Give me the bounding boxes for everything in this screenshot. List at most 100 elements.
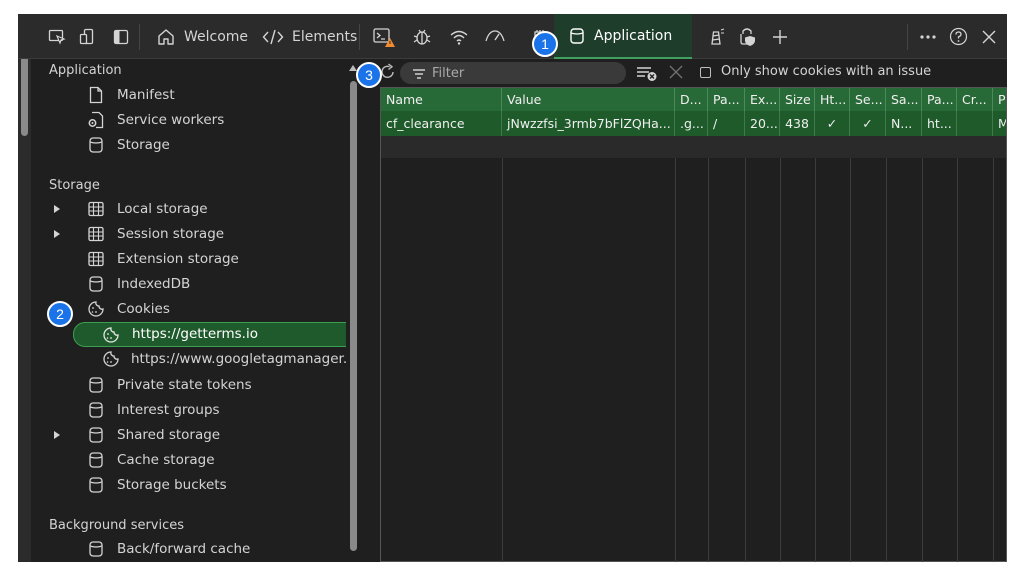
step-badge-3: 3: [356, 62, 382, 88]
table-row-empty: [381, 136, 1006, 158]
only-issue-checkbox[interactable]: [700, 67, 711, 78]
bug-icon[interactable]: [412, 14, 432, 59]
more-options-icon[interactable]: [919, 14, 937, 59]
application-sidebar: Application Manifest Service workers Sto…: [31, 59, 376, 562]
column-divider: [850, 158, 851, 562]
filter-input[interactable]: [432, 64, 612, 82]
cookie-icon: [87, 300, 105, 318]
column-divider: [502, 158, 503, 562]
security-shield-icon[interactable]: [737, 14, 757, 59]
section-header-background-services: Background services: [49, 518, 185, 533]
sidebar-item-label: Storage: [117, 137, 170, 153]
wifi-icon[interactable]: [449, 14, 469, 59]
column-header-path[interactable]: Pa...: [708, 88, 745, 111]
grid-icon: [87, 250, 105, 268]
step-badge-2: 2: [47, 301, 73, 327]
sidebar-item-cookie-googletagmanager[interactable]: https://www.googletagmanager.com: [31, 347, 376, 372]
sidebar-item-label: Private state tokens: [117, 377, 252, 393]
column-header-priority[interactable]: Pri...: [993, 88, 1006, 111]
sidebar-item-storage[interactable]: Storage: [31, 133, 346, 158]
table-row[interactable]: cf_clearance jNwzzfsi_3rmb7bFlZQHa... .g…: [381, 111, 1006, 136]
cylinder-icon: [87, 136, 105, 154]
close-icon[interactable]: [981, 14, 997, 59]
expand-arrow-icon[interactable]: [54, 205, 60, 213]
cell-name: cf_clearance: [381, 111, 502, 136]
cookie-icon: [102, 350, 120, 368]
tab-welcome-label: Welcome: [184, 28, 249, 45]
sidebar-item-extension-storage[interactable]: Extension storage: [31, 247, 346, 272]
add-panel-icon[interactable]: [772, 14, 788, 59]
sidebar-item-interest-groups[interactable]: Interest groups: [31, 398, 346, 423]
left-scrollbar[interactable]: [18, 14, 31, 562]
dock-sidebar-icon[interactable]: [112, 14, 130, 59]
grid-icon: [87, 200, 105, 218]
sidebar-item-cookies[interactable]: Cookies: [31, 297, 346, 322]
column-header-samesite[interactable]: Sa...: [886, 88, 922, 111]
console-warning-icon[interactable]: [372, 14, 396, 59]
column-header-expires[interactable]: Ex...: [745, 88, 780, 111]
column-header-name[interactable]: Name: [381, 88, 502, 111]
column-header-httponly[interactable]: Ht...: [815, 88, 850, 111]
column-header-size[interactable]: Size: [780, 88, 815, 111]
cookies-panel: Only show cookies with an issue Name Val…: [360, 59, 1007, 562]
device-emulation-icon[interactable]: [79, 14, 97, 59]
expand-arrow-icon[interactable]: [54, 230, 60, 238]
column-header-secure[interactable]: Se...: [850, 88, 886, 111]
column-divider: [780, 158, 781, 562]
column-header-partition-key[interactable]: Pa...: [922, 88, 957, 111]
cell-secure: ✓: [850, 111, 886, 136]
column-divider: [886, 158, 887, 562]
sidebar-item-service-workers[interactable]: Service workers: [31, 108, 346, 133]
cylinder-icon: [87, 376, 105, 394]
sidebar-scrollbar[interactable]: [346, 59, 360, 562]
sidebar-item-cache-storage[interactable]: Cache storage: [31, 448, 346, 473]
sidebar-item-session-storage[interactable]: Session storage: [31, 222, 346, 247]
cylinder-icon: [570, 27, 584, 44]
cell-value: jNwzzfsi_3rmb7bFlZQHa...: [502, 111, 675, 136]
sidebar-item-indexeddb[interactable]: IndexedDB: [31, 272, 346, 297]
column-header-domain[interactable]: D...: [675, 88, 708, 111]
lighthouse-icon[interactable]: [706, 14, 726, 59]
help-icon[interactable]: [949, 14, 968, 59]
cookie-icon: [102, 326, 120, 344]
toolbar-separator: [139, 24, 140, 50]
scrollbar-thumb[interactable]: [350, 81, 357, 551]
sidebar-item-label: https://www.googletagmanager.com: [131, 351, 376, 367]
toolbar-separator: [359, 24, 360, 50]
cell-samesite: N...: [886, 111, 922, 136]
filter-box[interactable]: [400, 62, 626, 84]
tab-welcome[interactable]: Welcome: [152, 14, 252, 59]
delete-cookie-icon[interactable]: [668, 64, 684, 84]
sidebar-item-storage-buckets[interactable]: Storage buckets: [31, 473, 346, 498]
expand-arrow-icon[interactable]: [54, 431, 60, 439]
tab-elements[interactable]: Elements: [258, 14, 361, 59]
sidebar-item-private-state-tokens[interactable]: Private state tokens: [31, 373, 346, 398]
sidebar-item-shared-storage[interactable]: Shared storage: [31, 423, 346, 448]
toolbar-separator: [907, 24, 908, 50]
sidebar-item-label: https://getterms.io: [132, 326, 258, 342]
column-divider: [708, 158, 709, 562]
cell-size: 438: [780, 111, 815, 136]
sidebar-item-manifest[interactable]: Manifest: [31, 83, 346, 108]
clear-all-cookies-icon[interactable]: [636, 64, 658, 86]
column-header-cross-site[interactable]: Cr...: [957, 88, 993, 111]
sidebar-item-cookie-getterms[interactable]: https://getterms.io: [73, 322, 361, 347]
tab-application-label: Application: [594, 27, 673, 44]
tab-application[interactable]: Application: [554, 14, 692, 59]
grid-icon: [87, 225, 105, 243]
home-icon: [158, 28, 174, 45]
sidebar-item-local-storage[interactable]: Local storage: [31, 197, 346, 222]
tab-elements-label: Elements: [292, 28, 358, 45]
cell-partition-key: ht...: [922, 111, 957, 136]
refresh-icon[interactable]: [380, 63, 396, 85]
column-header-value[interactable]: Value: [502, 88, 675, 111]
cylinder-icon: [87, 401, 105, 419]
filter-icon: [412, 66, 426, 85]
cylinder-icon: [87, 540, 105, 558]
inspect-element-icon[interactable]: [48, 14, 66, 59]
devtools-toolbar: Welcome Elements Application: [18, 14, 1007, 59]
performance-icon[interactable]: [484, 14, 506, 59]
cylinder-icon: [87, 275, 105, 293]
cylinder-icon: [87, 476, 105, 494]
sidebar-item-back-forward-cache[interactable]: Back/forward cache: [31, 537, 346, 562]
